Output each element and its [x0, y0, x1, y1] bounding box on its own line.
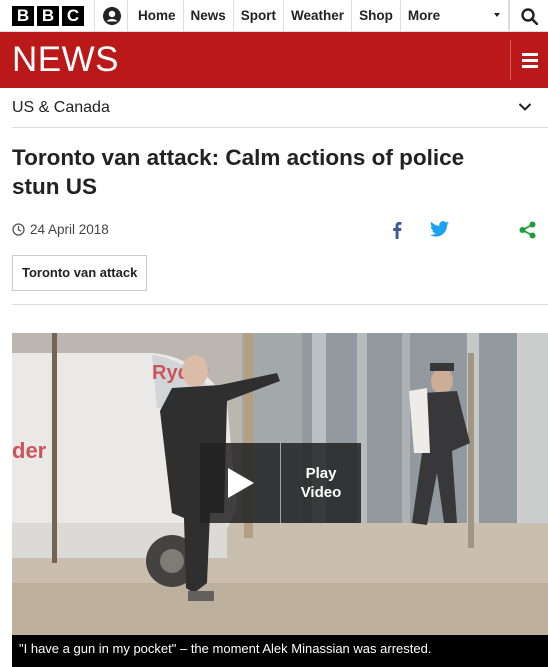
facebook-icon[interactable]: [392, 221, 402, 239]
bbc-logo-letter: B: [12, 6, 34, 26]
divider: [12, 304, 548, 305]
hamburger-icon: [522, 59, 538, 62]
article-date: 24 April 2018: [30, 222, 109, 237]
main-nav: Home News Sport Weather Shop More: [128, 0, 509, 32]
menu-button[interactable]: [510, 40, 548, 80]
nav-item-sport[interactable]: Sport: [234, 0, 285, 32]
top-navigation: B B C Home News Sport Weather Shop More: [0, 0, 548, 32]
article-meta: 24 April 2018: [12, 221, 548, 241]
bbc-logo[interactable]: B B C: [12, 6, 84, 26]
share-icon[interactable]: [519, 221, 536, 239]
nav-item-news[interactable]: News: [184, 0, 234, 32]
hamburger-icon: [522, 53, 538, 56]
chevron-down-icon[interactable]: [518, 102, 532, 112]
play-icon: [228, 468, 254, 498]
section-bar[interactable]: US & Canada: [12, 88, 548, 128]
user-icon: [103, 7, 121, 25]
account-button[interactable]: [94, 0, 128, 32]
nav-item-more[interactable]: More: [401, 0, 509, 32]
clock-icon: [12, 223, 25, 236]
play-label-line2: Video: [300, 484, 342, 501]
nav-item-weather[interactable]: Weather: [284, 0, 353, 32]
play-video-button[interactable]: Play Video: [200, 443, 361, 523]
hamburger-icon: [522, 65, 538, 68]
nav-item-home[interactable]: Home: [128, 0, 184, 32]
topic-tag[interactable]: Toronto van attack: [12, 255, 148, 291]
bbc-logo-letter: C: [62, 6, 84, 26]
article-headline: Toronto van attack: Calm actions of poli…: [12, 145, 465, 199]
search-icon: [521, 8, 538, 25]
play-label-line1: Play: [305, 465, 337, 482]
bbc-logo-letter: B: [37, 6, 59, 26]
search-button[interactable]: [509, 0, 548, 32]
play-icon-box[interactable]: [200, 443, 280, 523]
twitter-icon[interactable]: [430, 221, 449, 237]
caret-down-icon[interactable]: [494, 13, 500, 17]
news-wordmark[interactable]: NEWS: [12, 40, 119, 80]
video-caption: "I have a gun in my pocket" – the moment…: [12, 635, 548, 667]
nav-item-shop[interactable]: Shop: [352, 0, 401, 32]
play-video-label[interactable]: Play Video: [281, 443, 361, 523]
section-name[interactable]: US & Canada: [12, 99, 110, 117]
video-player[interactable]: Ryder der Play Video: [12, 333, 548, 635]
news-banner: NEWS: [0, 32, 548, 88]
